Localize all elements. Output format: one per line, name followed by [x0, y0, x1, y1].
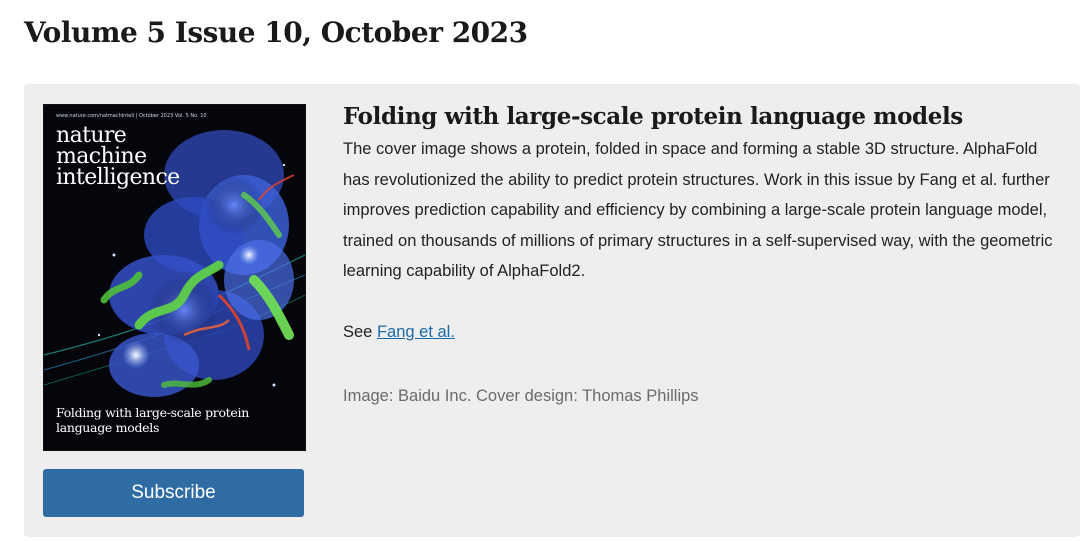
issue-page: Volume 5 Issue 10, October 2023 www.natu… [0, 0, 1080, 541]
cover-story-description: The cover image shows a protein, folded … [343, 140, 1053, 280]
cover-image[interactable]: www.nature.com/natmachintell | October 2… [43, 104, 306, 451]
subscribe-button[interactable]: Subscribe [43, 469, 304, 517]
fang-et-al-link[interactable]: Fang et al. [377, 323, 455, 341]
cover-meta-line: www.nature.com/natmachintell | October 2… [56, 113, 207, 119]
cover-caption: Folding with large-scale protein languag… [56, 405, 249, 435]
cover-story-title: Folding with large-scale protein languag… [343, 103, 963, 130]
cover-journal-name: nature machine intelligence [56, 123, 180, 190]
issue-heading: Volume 5 Issue 10, October 2023 [24, 16, 528, 49]
image-credits: Image: Baidu Inc. Cover design: Thomas P… [343, 387, 699, 405]
see-prefix: See [343, 323, 377, 341]
see-also-line: See Fang et al. [343, 318, 455, 346]
